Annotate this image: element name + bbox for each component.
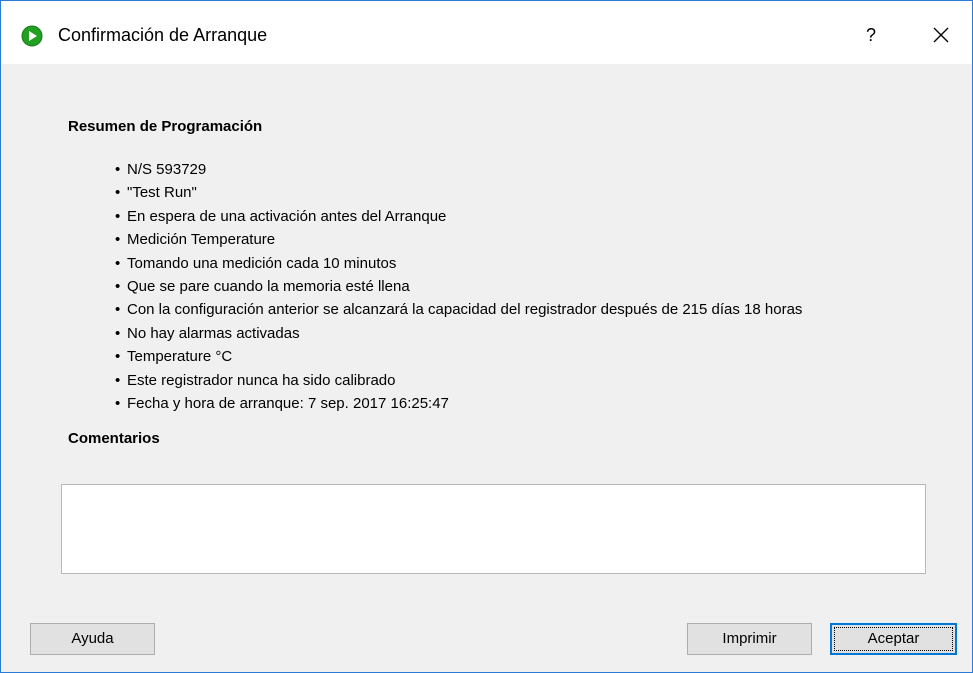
window-title: Confirmación de Arranque: [58, 25, 268, 45]
bullet-icon: •: [115, 231, 121, 249]
bullet-icon: •: [115, 371, 121, 389]
title-bar[interactable]: Confirmación de Arranque ?: [1, 1, 972, 64]
comments-textarea[interactable]: [61, 484, 926, 574]
bullet-icon: •: [115, 207, 121, 225]
bullet-icon: •: [115, 301, 121, 319]
summary-item: • "Test Run": [115, 181, 802, 204]
summary-item: • En espera de una activación antes del A…: [115, 205, 802, 228]
close-icon: [933, 27, 949, 43]
summary-item: • Medición Temperature: [115, 228, 802, 251]
bullet-icon: •: [115, 254, 121, 272]
summary-item: • N/S 593729: [115, 158, 802, 181]
question-mark-icon: ?: [865, 25, 876, 45]
summary-item: • Que se pare cuando la memoria esté llen…: [115, 275, 802, 298]
bullet-icon: •: [115, 348, 121, 366]
help-title-button[interactable]: ?: [856, 21, 886, 49]
bullet-icon: •: [115, 184, 121, 202]
summary-list: • N/S 593729 • "Test Run" • En espera de un…: [115, 158, 802, 415]
summary-item: • Con la configuración anterior se alcanz…: [115, 298, 802, 321]
summary-item: • Temperature °C: [115, 345, 802, 368]
summary-item: • Tomando una medición cada 10 minutos: [115, 252, 802, 275]
green-play-icon: [21, 25, 43, 47]
print-button[interactable]: Imprimir: [687, 623, 812, 655]
summary-item: • Fecha y hora de arranque: 7 sep. 2017 1…: [115, 392, 802, 415]
bullet-icon: •: [115, 277, 121, 295]
help-button[interactable]: Ayuda: [30, 623, 155, 655]
focus-ring: [834, 627, 953, 651]
bullet-icon: •: [115, 394, 121, 412]
bullet-icon: •: [115, 324, 121, 342]
accept-button[interactable]: Aceptar: [830, 623, 957, 655]
dialog-window: Confirmación de Arranque ? Resumen de Pr…: [0, 0, 973, 673]
summary-item: • No hay alarmas activadas: [115, 322, 802, 345]
bullet-icon: •: [115, 161, 121, 178]
close-button[interactable]: [925, 21, 957, 49]
summary-heading: Resumen de Programación: [68, 118, 263, 135]
comments-heading: Comentarios: [68, 430, 160, 447]
summary-item: • Este registrador nunca ha sido calibrad…: [115, 369, 802, 392]
